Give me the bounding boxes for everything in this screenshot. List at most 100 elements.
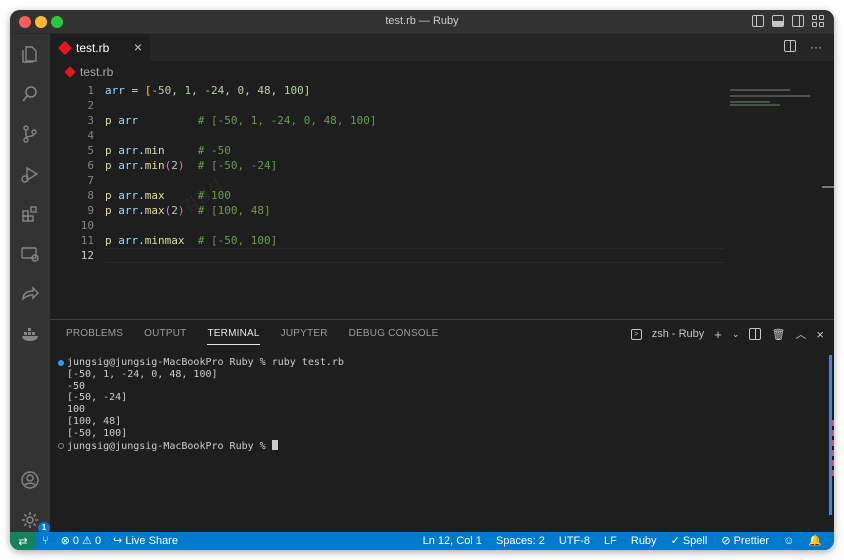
live-share-button[interactable]: ↪ Live Share — [113, 534, 178, 547]
code-line[interactable] — [105, 128, 725, 143]
live-share-label: Live Share — [125, 535, 178, 547]
terminal-cursor — [271, 439, 278, 450]
tab-terminal[interactable]: TERMINAL — [207, 328, 260, 345]
language-mode[interactable]: Ruby — [631, 535, 657, 547]
toggle-secondary-sidebar-icon[interactable] — [792, 15, 804, 27]
terminal-line: [-50, -24] — [67, 392, 128, 404]
split-editor-icon[interactable] — [784, 40, 796, 52]
more-actions-icon[interactable]: ··· — [810, 40, 822, 54]
line-number: 8 — [87, 189, 94, 202]
terminal-icon: > — [630, 328, 642, 340]
problems-indicator[interactable]: ⊗ 0 ⚠ 0 — [61, 534, 101, 547]
code-line[interactable]: p arr.max(2) # [100, 48] — [105, 203, 725, 218]
vscode-window: test.rb — Ruby 1 test.rb × ··· test.rb 김… — [10, 10, 834, 550]
extensions-icon[interactable] — [20, 204, 40, 224]
indentation[interactable]: Spaces: 2 — [496, 535, 545, 547]
close-panel-icon[interactable]: × — [816, 327, 824, 342]
maximize-panel-icon[interactable]: ︿ — [795, 326, 806, 342]
terminal-line: 100 — [67, 404, 86, 416]
code-line[interactable]: p arr.max # 100 — [105, 188, 725, 203]
terminal-line: [-50, 1, -24, 0, 48, 100] — [67, 368, 218, 380]
tab-jupyter[interactable]: JUPYTER — [281, 328, 328, 345]
code-line[interactable]: arr = [-50, 1, -24, 0, 48, 100] — [105, 83, 725, 98]
line-number: 4 — [87, 129, 94, 142]
status-bar: ⇄ ⑂ ⊗ 0 ⚠ 0 ↪ Live Share Ln 12, Col 1 Sp… — [10, 532, 834, 550]
line-number: 11 — [80, 234, 94, 247]
title-bar: test.rb — Ruby — [10, 10, 834, 34]
line-number: 1 — [87, 84, 94, 97]
split-terminal-icon[interactable] — [749, 328, 762, 340]
minimap[interactable] — [730, 89, 826, 113]
manage-gear-icon[interactable]: 1 — [20, 510, 50, 534]
spell-label: Spell — [682, 535, 708, 547]
layout-controls — [752, 15, 824, 27]
terminal-line: jungsig@jungsig-MacBookPro Ruby % ruby t… — [58, 357, 818, 369]
window-title: test.rb — Ruby — [385, 15, 459, 27]
code-line[interactable] — [105, 248, 725, 263]
source-control-icon[interactable] — [20, 124, 40, 144]
terminal-line: jungsig@jungsig-MacBookPro Ruby % — [58, 439, 818, 452]
command-decoration-icon[interactable] — [58, 442, 64, 449]
code-line[interactable]: p arr.min(2) # [-50, -24] — [105, 158, 725, 173]
feedback-icon[interactable]: ☺ — [783, 535, 794, 547]
code-line[interactable] — [105, 173, 725, 188]
line-number: 9 — [87, 204, 94, 217]
tab-test-rb[interactable]: test.rb × — [50, 34, 150, 61]
tab-label: test.rb — [76, 40, 110, 55]
tab-close-icon[interactable]: × — [134, 39, 142, 55]
breadcrumb-file[interactable]: test.rb — [80, 65, 113, 79]
remote-indicator-icon[interactable]: ⇄ — [10, 532, 36, 550]
code-line[interactable] — [105, 98, 725, 113]
terminal-dropdown-icon[interactable]: ⌄ — [732, 329, 740, 340]
code-area[interactable]: arr = [-50, 1, -24, 0, 48, 100] p arr # [… — [105, 83, 725, 263]
tab-output[interactable]: OUTPUT — [144, 328, 186, 345]
code-editor[interactable]: 김정식 1 2 3 4 5 6 7 8 9 10 11 12 arr = [-50, 1, -24, … — [50, 83, 834, 319]
line-number: 3 — [87, 114, 94, 127]
code-line[interactable]: p arr # [-50, 1, -24, 0, 48, 100] — [105, 113, 725, 128]
terminal-output[interactable]: jungsig@jungsig-MacBookPro Ruby % ruby t… — [58, 357, 818, 452]
editor-actions: ··· — [784, 40, 822, 54]
new-terminal-icon[interactable]: + — [714, 327, 722, 342]
accounts-icon[interactable] — [20, 470, 40, 490]
search-icon[interactable] — [20, 84, 40, 104]
notifications-bell-icon[interactable]: 🔔 — [808, 534, 822, 547]
toggle-primary-sidebar-icon[interactable] — [752, 15, 764, 27]
activity-bar: 1 — [10, 34, 50, 534]
line-number: 7 — [87, 174, 94, 187]
ruby-file-icon — [64, 66, 76, 78]
line-number: 5 — [87, 144, 94, 157]
customize-layout-icon[interactable] — [812, 15, 824, 27]
line-number: 12 — [80, 249, 94, 262]
run-debug-icon[interactable] — [20, 164, 40, 184]
cursor-position[interactable]: Ln 12, Col 1 — [423, 535, 482, 547]
end-of-line[interactable]: LF — [604, 535, 617, 547]
line-number-gutter: 1 2 3 4 5 6 7 8 9 10 11 12 — [50, 83, 94, 263]
code-line[interactable]: p arr.min # -50 — [105, 143, 725, 158]
spell-button[interactable]: ✓ Spell — [671, 534, 708, 547]
tab-problems[interactable]: PROBLEMS — [66, 328, 123, 345]
prettier-label: Prettier — [733, 535, 770, 547]
terminal-line: [100, 48] — [67, 415, 122, 427]
encoding[interactable]: UTF-8 — [559, 535, 590, 547]
terminal-name[interactable]: zsh - Ruby — [652, 328, 705, 340]
remote-explorer-icon[interactable] — [20, 244, 40, 264]
terminal-line: [-50, 100] — [67, 427, 128, 439]
branch-icon[interactable]: ⑂ — [42, 535, 49, 547]
breadcrumb: test.rb — [50, 61, 834, 83]
tab-debug-console[interactable]: DEBUG CONSOLE — [349, 328, 439, 345]
panel-tab-list: PROBLEMS OUTPUT TERMINAL JUPYTER DEBUG CONSO… — [66, 328, 438, 345]
prettier-button[interactable]: ⊘ Prettier — [721, 534, 769, 547]
panel-actions: > zsh - Ruby + ⌄ 🗑 ︿ × — [630, 326, 824, 342]
live-share-icon[interactable] — [20, 284, 40, 304]
code-line[interactable]: p arr.minmax # [-50, 100] — [105, 233, 725, 248]
toggle-panel-icon[interactable] — [772, 15, 784, 27]
kill-terminal-icon[interactable]: 🗑 — [771, 328, 785, 341]
explorer-icon[interactable] — [20, 44, 40, 64]
terminal-line: -50 — [67, 380, 86, 392]
editor-tab-bar: test.rb × ··· — [50, 34, 834, 61]
ruby-file-icon — [57, 40, 73, 55]
docker-icon[interactable] — [20, 324, 40, 344]
code-line[interactable] — [105, 218, 725, 233]
command-decoration-icon[interactable] — [58, 360, 64, 366]
line-number: 2 — [87, 99, 94, 112]
